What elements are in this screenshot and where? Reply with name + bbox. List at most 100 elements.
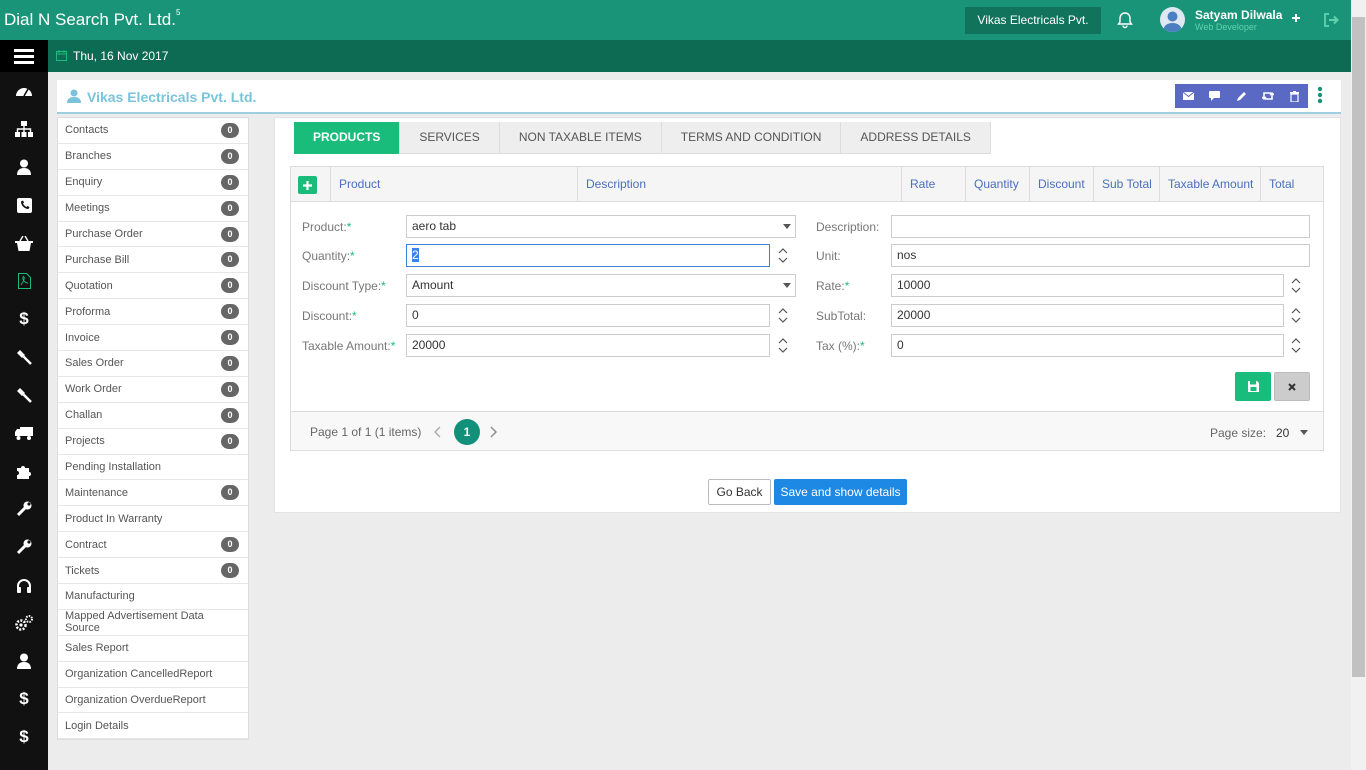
sidebar-item-mapped-advertisement-data-source[interactable]: Mapped Advertisement Data Source [58,610,248,636]
column-header-taxable-amount[interactable]: Taxable Amount [1159,167,1260,202]
sidebar-item-meetings[interactable]: Meetings 0 [58,196,248,222]
sitemap-icon[interactable] [14,119,34,139]
page-scrollbar-thumb[interactable] [1352,17,1365,677]
column-header-sub-total[interactable]: Sub Total [1093,167,1159,202]
spinner-arrows-icon[interactable] [1289,334,1303,357]
quantity-stepper[interactable]: 2 [406,244,770,267]
dollar-icon[interactable]: $ [14,309,34,329]
delete-button[interactable] [1281,84,1308,108]
go-back-button[interactable]: Go Back [708,479,771,505]
description-input[interactable] [891,215,1310,238]
page-number-button[interactable]: 1 [454,419,480,445]
sidebar-item-maintenance[interactable]: Maintenance 0 [58,480,248,507]
basket-icon[interactable] [14,233,34,253]
dollar-icon[interactable]: $ [14,689,34,709]
user-icon[interactable] [14,157,34,177]
tab-address-details[interactable]: ADDRESS DETAILS [841,122,991,154]
sidebar-item-contacts[interactable]: Contacts 0 [58,118,248,144]
logout-icon[interactable] [1322,11,1340,29]
email-button[interactable] [1175,84,1202,108]
dollar-icon[interactable]: $ [14,727,34,747]
spinner-arrows-icon[interactable] [1289,274,1303,297]
chevron-down-icon[interactable] [783,283,791,288]
sidebar-item-label: Quotation [65,279,113,292]
add-row-button[interactable] [298,176,317,194]
chevron-down-icon[interactable] [783,224,791,229]
column-header-total[interactable]: Total [1260,167,1323,202]
sidebar-item-invoice[interactable]: Invoice 0 [58,325,248,352]
gavel-icon[interactable] [14,385,34,405]
column-header-product[interactable]: Product [330,167,577,202]
spinner-arrows-icon[interactable] [1289,304,1303,327]
chevron-left-icon[interactable] [434,426,442,438]
plus-icon[interactable] [1291,13,1301,23]
sidebar-item-sales-order[interactable]: Sales Order 0 [58,351,248,377]
spinner-arrows-icon[interactable] [776,244,790,267]
sidebar-item-challan[interactable]: Challan 0 [58,403,248,429]
unit-input[interactable]: nos [891,244,1310,267]
user-name[interactable]: Satyam Dilwala [1195,8,1282,22]
menu-line [14,49,34,52]
sidebar-item-purchase-bill[interactable]: Purchase Bill 0 [58,247,248,274]
sidebar-item-purchase-order[interactable]: Purchase Order 0 [58,222,248,248]
bell-icon[interactable] [1116,11,1134,29]
sidebar-item-quotation[interactable]: Quotation 0 [58,273,248,300]
pdf-file-icon[interactable] [14,271,34,291]
headphones-icon[interactable] [14,575,34,595]
chevron-right-icon[interactable] [489,426,497,438]
organization-button[interactable]: Vikas Electricals Pvt. [965,7,1101,34]
column-header-rate[interactable]: Rate [901,167,965,202]
tab-services[interactable]: SERVICES [400,122,500,154]
sidebar-item-product-in-warranty[interactable]: Product In Warranty [58,506,248,533]
tax-percent-stepper[interactable]: 0 [891,334,1284,357]
sidebar-item-sales-report[interactable]: Sales Report [58,636,248,662]
subtotal-stepper[interactable]: 20000 [891,304,1284,327]
spinner-arrows-icon[interactable] [776,304,790,327]
brand-name[interactable]: Dial N Search Pvt. Ltd.5 [4,8,180,30]
sidebar-item-projects[interactable]: Projects 0 [58,429,248,455]
wrench-icon[interactable] [14,537,34,557]
more-options-icon[interactable] [1317,86,1323,104]
sidebar-item-login-details[interactable]: Login Details [58,713,248,740]
avatar[interactable] [1160,7,1185,32]
sidebar-item-proforma[interactable]: Proforma 0 [58,299,248,326]
sidebar-item-contract[interactable]: Contract 0 [58,532,248,559]
tab-non-taxable-items[interactable]: NON TAXABLE ITEMS [500,122,662,154]
page-size-select[interactable]: 20 [1276,426,1289,440]
menu-toggle-button[interactable] [0,40,48,72]
save-and-show-details-button[interactable]: Save and show details [774,479,907,505]
sidebar-item-work-order[interactable]: Work Order 0 [58,377,248,403]
taxable-amount-stepper[interactable]: 20000 [406,334,770,357]
sidebar-item-manufacturing[interactable]: Manufacturing [58,584,248,610]
product-select[interactable]: aero tab [406,215,796,238]
sidebar-item-pending-installation[interactable]: Pending Installation [58,455,248,481]
sidebar-item-tickets[interactable]: Tickets 0 [58,558,248,585]
cancel-row-button[interactable] [1274,372,1310,401]
puzzle-icon[interactable] [14,461,34,481]
discount-stepper[interactable]: 0 [406,304,770,327]
rate-stepper[interactable]: 10000 [891,274,1284,297]
tab-terms-and-condition[interactable]: TERMS AND CONDITION [662,122,842,154]
column-header-description[interactable]: Description [577,167,901,202]
chevron-down-icon[interactable] [1300,430,1308,435]
discount-type-select[interactable]: Amount [406,274,796,297]
column-header-quantity[interactable]: Quantity [965,167,1029,202]
sidebar-item-organization-cancelledreport[interactable]: Organization CancelledReport [58,662,248,688]
save-row-button[interactable] [1235,372,1271,401]
sidebar-item-enquiry[interactable]: Enquiry 0 [58,170,248,196]
phone-icon[interactable] [14,195,34,215]
cogs-icon[interactable] [14,613,34,633]
wrench-icon[interactable] [14,499,34,519]
spinner-arrows-icon[interactable] [776,334,790,357]
edit-button[interactable] [1228,84,1255,108]
refresh-button[interactable] [1255,84,1282,108]
comment-button[interactable] [1202,84,1229,108]
dashboard-icon[interactable] [14,81,34,101]
tab-products[interactable]: PRODUCTS [294,122,401,154]
sidebar-item-organization-overduereport[interactable]: Organization OverdueReport [58,688,248,714]
sidebar-item-branches[interactable]: Branches 0 [58,144,248,170]
user-icon[interactable] [14,651,34,671]
column-header-discount[interactable]: Discount [1029,167,1093,202]
gavel-icon[interactable] [14,347,34,367]
truck-icon[interactable] [14,423,34,443]
